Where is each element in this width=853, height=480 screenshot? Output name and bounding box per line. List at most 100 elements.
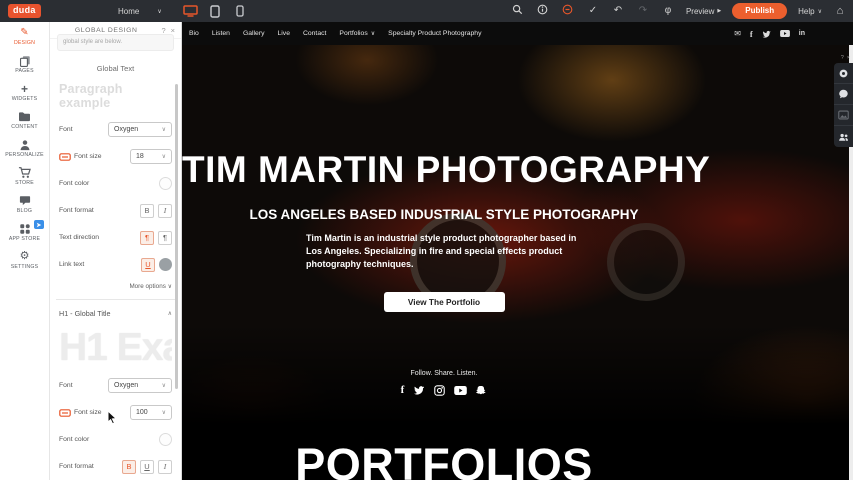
hero-subtitle[interactable]: LOS ANGELES BASED INDUSTRIAL STYLE PHOTO… xyxy=(182,207,706,222)
italic-button[interactable]: I xyxy=(158,204,172,218)
bold-button[interactable]: B xyxy=(122,460,136,474)
h1-font-size-row: Font size 100 ∨ xyxy=(59,405,172,420)
h1-font-color-swatch[interactable] xyxy=(159,433,172,446)
hero-title[interactable]: TIM MARTIN PHOTOGRAPHY xyxy=(182,45,706,191)
dashboard-home-button[interactable]: ⌂ xyxy=(833,6,847,17)
pages-icon xyxy=(19,55,31,67)
instagram-icon[interactable] xyxy=(434,384,445,396)
page-selector-dropdown[interactable]: Home ∨ xyxy=(118,7,162,16)
panel-notice: global style are below. xyxy=(57,34,174,51)
twitter-icon[interactable] xyxy=(413,384,425,396)
help-dropdown[interactable]: Help ∨ xyxy=(798,7,822,16)
navbar-social-icons: ✉ f in xyxy=(734,22,805,45)
font-size-value: 100 xyxy=(136,409,148,416)
panel-scrollbar[interactable] xyxy=(175,84,178,389)
text-direction-label: Text direction xyxy=(59,234,99,241)
text-font-format-row: Font format B I xyxy=(59,203,172,218)
facebook-icon[interactable]: f xyxy=(401,384,405,396)
capture-tool-button[interactable] xyxy=(834,63,853,84)
info-icon xyxy=(537,4,548,15)
h1-section-header[interactable]: H1 - Global Title ∧ xyxy=(59,309,172,318)
publish-button[interactable]: Publish xyxy=(732,3,787,19)
h1-section-title: H1 - Global Title xyxy=(59,309,111,318)
font-label: Font xyxy=(59,126,73,133)
tablet-view-button[interactable] xyxy=(207,3,223,19)
duda-logo[interactable]: duda xyxy=(8,4,41,18)
nav-link-gallery[interactable]: Gallery xyxy=(243,30,265,37)
collaborators-tool-button[interactable] xyxy=(834,126,853,147)
toolbar-close-button[interactable]: × xyxy=(847,55,850,61)
text-font-row: Font Oxygen ∨ xyxy=(59,122,172,137)
sidebar-item-store[interactable]: STORE xyxy=(0,162,49,190)
section-divider xyxy=(56,299,175,300)
rtl-direction-button[interactable]: ¶ xyxy=(158,231,172,245)
tablet-icon xyxy=(210,5,220,18)
mobile-icon xyxy=(236,5,244,17)
nav-link-portfolios[interactable]: Portfolios ∨ xyxy=(339,30,375,37)
sidebar-label: PAGES xyxy=(15,68,34,74)
sidebar-label: BLOG xyxy=(17,208,32,214)
preview-button[interactable]: Preview ▶ xyxy=(686,7,721,16)
mobile-view-button[interactable] xyxy=(232,3,248,19)
linkedin-icon[interactable]: in xyxy=(799,30,805,37)
media-tool-button[interactable] xyxy=(834,105,853,126)
h1-font-size-select[interactable]: 100 ∨ xyxy=(130,405,172,420)
portfolios-title[interactable]: PORTFOLIOS xyxy=(182,432,706,480)
comments-tool-button[interactable] xyxy=(834,84,853,105)
facebook-icon[interactable]: f xyxy=(750,29,753,39)
redo-button[interactable]: ↷ xyxy=(636,6,650,16)
sidebar-item-pages[interactable]: PAGES xyxy=(0,50,49,78)
nav-link-specialty[interactable]: Specialty Product Photography xyxy=(388,30,481,37)
h1-font-select[interactable]: Oxygen ∨ xyxy=(108,378,172,393)
h1-font-format-row: Font format B U I xyxy=(59,459,172,474)
view-portfolio-button[interactable]: View The Portfolio xyxy=(384,292,505,312)
sidebar-label: CONTENT xyxy=(11,124,37,130)
chevron-down-icon: ∨ xyxy=(162,153,166,160)
dev-mode-button[interactable]: φ xyxy=(661,6,675,16)
comments-button[interactable] xyxy=(561,4,575,18)
store-icon xyxy=(18,167,31,179)
toolbar-help-button[interactable]: ? xyxy=(841,55,844,61)
sidebar-item-design[interactable]: ✎ DESIGN xyxy=(0,22,49,50)
nav-link-contact[interactable]: Contact xyxy=(303,30,326,37)
sidebar-item-app-store[interactable]: APP STORE xyxy=(0,218,49,246)
link-underline-button[interactable]: U xyxy=(141,258,155,272)
youtube-icon[interactable] xyxy=(780,30,790,37)
youtube-icon[interactable] xyxy=(454,384,467,396)
sidebar-item-personalize[interactable]: PERSONALIZE xyxy=(0,134,49,162)
nav-link-listen[interactable]: Listen xyxy=(212,30,230,37)
search-button[interactable] xyxy=(511,4,525,18)
snapchat-icon[interactable] xyxy=(476,384,487,396)
text-font-size-select[interactable]: 18 ∨ xyxy=(130,149,172,164)
twitter-icon[interactable] xyxy=(762,30,771,38)
hero-tagline[interactable]: Follow. Share. Listen. xyxy=(182,370,706,377)
more-options-link[interactable]: More options ∨ xyxy=(59,283,172,290)
widgets-icon: + xyxy=(21,83,28,95)
chevron-down-icon: ∨ xyxy=(818,8,822,15)
site-preview-canvas: Bio Listen Gallery Live Contact Portfoli… xyxy=(182,22,853,480)
image-icon xyxy=(838,110,849,120)
info-button[interactable] xyxy=(536,4,550,18)
underline-button[interactable]: U xyxy=(140,460,154,474)
ltr-direction-button[interactable]: ¶ xyxy=(140,231,154,245)
link-color-swatch[interactable] xyxy=(159,258,172,271)
sidebar-item-settings[interactable]: ⚙ SETTINGS xyxy=(0,246,49,274)
text-font-color-swatch[interactable] xyxy=(159,177,172,190)
text-font-select[interactable]: Oxygen ∨ xyxy=(108,122,172,137)
sidebar-item-widgets[interactable]: + WIDGETS xyxy=(0,78,49,106)
font-value: Oxygen xyxy=(114,126,138,133)
bold-button[interactable]: B xyxy=(140,204,154,218)
desktop-view-button[interactable] xyxy=(182,3,198,19)
sidebar-item-content[interactable]: CONTENT xyxy=(0,106,49,134)
italic-button[interactable]: I xyxy=(158,460,172,474)
chevron-up-icon: ∧ xyxy=(168,310,172,317)
done-button[interactable]: ✓ xyxy=(586,6,600,16)
sidebar-item-blog[interactable]: BLOG xyxy=(0,190,49,218)
hero-description[interactable]: Tim Martin is an industrial style produc… xyxy=(306,232,582,270)
email-icon[interactable]: ✉ xyxy=(734,29,741,38)
blog-icon xyxy=(19,195,31,207)
hero-section: TIM MARTIN PHOTOGRAPHY LOS ANGELES BASED… xyxy=(182,45,853,432)
undo-button[interactable]: ↶ xyxy=(611,6,625,16)
nav-link-live[interactable]: Live xyxy=(278,30,290,37)
nav-link-bio[interactable]: Bio xyxy=(189,30,199,37)
